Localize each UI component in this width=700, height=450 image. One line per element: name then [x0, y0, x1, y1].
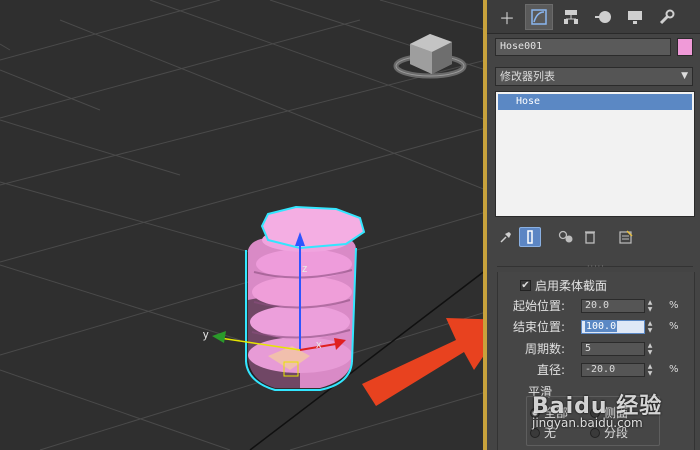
viewcube[interactable] — [393, 34, 467, 79]
enable-flex-section-row[interactable]: ✔ 启用柔体截面 — [520, 277, 607, 293]
axis-label-y: y — [203, 329, 209, 341]
modifier-list-label: 修改器列表 — [500, 70, 555, 83]
perspective-viewport[interactable]: y z x — [0, 0, 486, 450]
enable-flex-checkbox[interactable]: ✔ — [520, 279, 531, 291]
show-end-result-icon[interactable] — [519, 227, 541, 247]
command-panel-tabs: ＋ — [487, 0, 700, 34]
spinner-arrows-icon[interactable]: ▲ ▼ — [645, 342, 655, 356]
axis-label-z: z — [302, 263, 308, 275]
stack-toolbar — [495, 225, 693, 249]
remove-modifier-icon[interactable] — [579, 227, 601, 247]
cycles-input[interactable]: 5 — [581, 342, 645, 356]
start-position-unit: % — [669, 300, 679, 311]
start-position-label: 起始位置: — [512, 299, 565, 313]
end-position-unit: % — [669, 321, 679, 332]
motion-icon[interactable] — [589, 4, 617, 30]
end-position-input[interactable]: 100.0 — [581, 320, 645, 334]
chevron-down-icon: ▼ — [681, 71, 688, 81]
make-unique-icon[interactable] — [555, 227, 577, 247]
object-name-field[interactable]: Hose001 — [495, 38, 671, 56]
viewport-scene: y z x — [0, 0, 486, 450]
start-position-input[interactable]: 20.0 — [581, 299, 645, 313]
monitor-icon[interactable] — [621, 4, 649, 30]
wrench-icon[interactable] — [653, 4, 681, 30]
modify-curve-icon[interactable] — [525, 4, 553, 30]
spinner-arrows-icon[interactable]: ▲ ▼ — [645, 299, 655, 313]
enable-flex-label: 启用柔体截面 — [535, 278, 608, 293]
diameter-input[interactable]: -20.0 — [581, 363, 645, 377]
configure-sets-icon[interactable] — [615, 227, 637, 247]
cycles-param: 周期数: 5 ▲ ▼ — [525, 341, 691, 357]
diameter-unit: % — [669, 364, 679, 375]
end-position-value: 100.0 — [585, 321, 618, 332]
spinner-arrows-icon[interactable]: ▲ ▼ — [645, 363, 655, 377]
object-name-row: Hose001 — [495, 38, 693, 56]
modifier-list-dropdown[interactable]: 修改器列表 ▼ — [495, 67, 693, 86]
stack-item-hose[interactable]: Hose — [498, 94, 692, 110]
diameter-label: 直径: — [536, 363, 565, 377]
pin-stack-icon[interactable] — [495, 227, 517, 247]
watermark-url: jingyan.baidu.com — [532, 416, 643, 430]
modifier-stack[interactable]: Hose — [495, 91, 695, 217]
command-panel: ＋ Hose001 修改器列表 ▼ Hose ····· — [487, 0, 700, 450]
hose-object[interactable] — [245, 205, 366, 391]
start-position-param: 起始位置: 20.0 ▲ ▼ % — [513, 298, 691, 314]
rollout-drag-handle[interactable]: ····· — [587, 262, 605, 271]
end-position-param: 结束位置: 100.0 ▲ ▼ % — [513, 319, 691, 335]
axis-label-x: x — [316, 339, 322, 351]
spinner-arrows-icon[interactable]: ▲ ▼ — [645, 320, 655, 334]
diameter-param: 直径: -20.0 ▲ ▼ % — [537, 362, 691, 378]
hierarchy-icon[interactable] — [557, 4, 585, 30]
end-position-label: 结束位置: — [512, 320, 565, 334]
cycles-label: 周期数: — [524, 342, 565, 356]
object-color-swatch[interactable] — [677, 38, 693, 56]
plus-icon[interactable]: ＋ — [493, 4, 521, 30]
